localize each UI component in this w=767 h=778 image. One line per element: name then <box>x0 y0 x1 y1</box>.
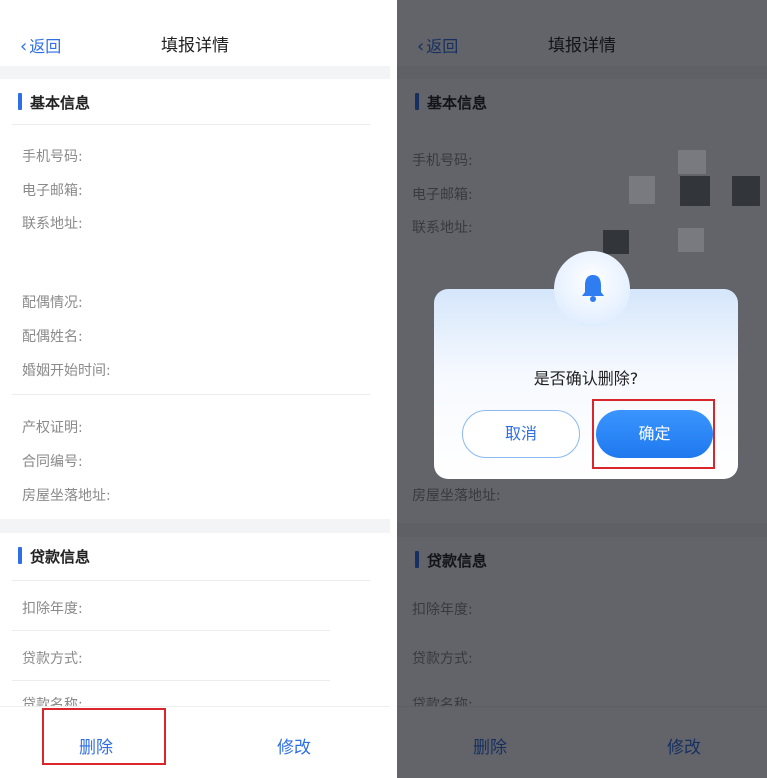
page-title: 填报详情 <box>161 36 229 56</box>
field-label-contract-no: 合同编号: <box>22 454 83 470</box>
section-title: 贷款信息 <box>30 548 91 566</box>
field-label-email: 电子邮箱: <box>22 183 83 199</box>
section-marker <box>18 93 22 110</box>
masked-value <box>629 176 655 204</box>
masked-value <box>678 150 706 174</box>
section-title: 基本信息 <box>30 94 91 112</box>
confirm-delete-screen: ‹返回 填报详情 基本信息 手机号码: 电子邮箱: 联系地址: 房屋坐落地址: … <box>397 0 767 778</box>
section-marker <box>18 547 22 564</box>
section-header-loan: 贷款信息 <box>0 533 390 579</box>
masked-value <box>732 176 760 206</box>
divider <box>12 394 370 395</box>
dialog-message: 是否确认删除? <box>533 369 639 388</box>
confirm-button-highlight <box>592 399 715 469</box>
field-label-loan-method: 贷款方式: <box>22 651 83 667</box>
cancel-button[interactable]: 取消 <box>462 410 580 458</box>
section-gap <box>0 519 390 533</box>
delete-button-highlight <box>42 708 166 765</box>
field-label-address: 联系地址: <box>22 216 83 232</box>
field-label-deduction-year: 扣除年度: <box>22 601 83 617</box>
divider <box>12 580 370 581</box>
field-label-spouse-name: 配偶姓名: <box>22 329 83 345</box>
field-label-marriage-start: 婚姻开始时间: <box>22 363 111 379</box>
bell-icon <box>582 275 604 302</box>
field-label-house-address: 房屋坐落地址: <box>22 488 111 504</box>
section-gap <box>0 66 390 79</box>
dialog-icon-badge <box>554 251 630 327</box>
masked-value <box>680 176 710 206</box>
field-label-phone: 手机号码: <box>22 149 83 165</box>
masked-value <box>603 230 629 254</box>
section-header-basic: 基本信息 <box>0 79 390 125</box>
detail-screen: ‹ 返回 填报详情 基本信息 手机号码: 电子邮箱: 联系地址: 配偶情况: 配偶… <box>0 0 390 778</box>
divider <box>12 630 330 631</box>
field-label-spouse-status: 配偶情况: <box>22 295 83 311</box>
navigation-bar: ‹返回 填报详情 <box>0 0 390 66</box>
modify-button[interactable]: 修改 <box>277 733 311 758</box>
divider <box>12 680 330 681</box>
field-label-property-cert: 产权证明: <box>22 420 83 436</box>
masked-value <box>678 228 704 252</box>
divider <box>12 124 370 125</box>
